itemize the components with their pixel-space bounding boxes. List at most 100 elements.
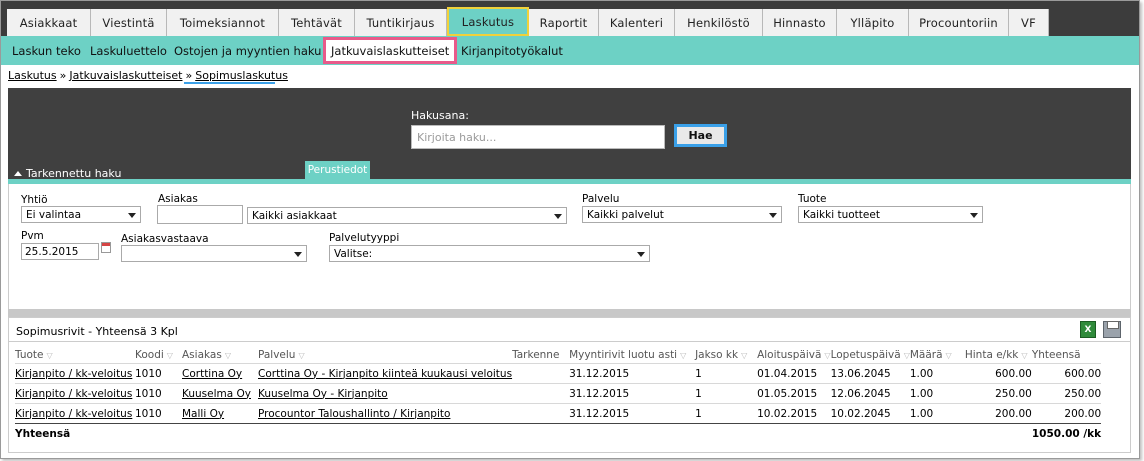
dropdown-arrow-icon: [637, 252, 645, 257]
cell-empty: [909, 423, 965, 443]
cell-palvelu[interactable]: Corttina Oy - Kirjanpito kiinteä kuukaus…: [258, 363, 513, 384]
cell-aloituspaiva: 01.04.2015: [757, 363, 831, 384]
yhtio-value: Ei valintaa: [26, 208, 82, 221]
tab-tuntikirjaus[interactable]: Tuntikirjaus: [355, 9, 447, 36]
tab-yllapito[interactable]: Ylläpito: [837, 9, 909, 36]
cell-maara: 1.00: [909, 383, 965, 404]
col-header-yhteensa[interactable]: Yhteensä: [1032, 347, 1101, 364]
tab-vf[interactable]: VF: [1009, 9, 1049, 36]
subnav-jatkuvaislaskutteiset[interactable]: Jatkuvaislaskutteiset: [323, 37, 458, 64]
cell-empty: [182, 423, 258, 443]
cell-hinta: 600.00: [964, 363, 1032, 384]
palvelutyyppi-select[interactable]: Valitse:: [329, 245, 650, 262]
print-icon[interactable]: [1103, 321, 1121, 338]
cell-myyntirivit: 31.12.2015: [569, 383, 696, 404]
cell-yhteensa: 600.00: [1031, 363, 1102, 384]
asiakas-label: Asiakas: [158, 193, 198, 205]
col-header-tuote[interactable]: Tuote ▽: [15, 347, 135, 364]
tab-perustiedot[interactable]: Perustiedot: [305, 161, 370, 179]
sort-icon: ▽: [1021, 351, 1028, 360]
asiakas-input[interactable]: [157, 205, 243, 224]
tab-raportit[interactable]: Raportit: [529, 9, 599, 36]
cell-hinta: 200.00: [964, 403, 1032, 424]
subnav-ostojen-ja-myyntien-haku[interactable]: Ostojen ja myyntien haku: [174, 36, 321, 65]
dropdown-arrow-icon: [554, 214, 562, 219]
asiakas-select[interactable]: Kaikki asiakkaat: [247, 207, 567, 224]
dropdown-arrow-icon: [294, 252, 302, 257]
cell-empty: [964, 423, 1032, 443]
col-header-palvelu[interactable]: Palvelu ▽: [258, 347, 512, 364]
cell-asiakas[interactable]: Kuuselma Oy: [182, 383, 258, 404]
cell-empty: [757, 423, 831, 443]
col-header-lopetuspaiva[interactable]: Lopetuspäivä ▽: [831, 347, 910, 364]
cell-palvelu[interactable]: Kuuselma Oy - Kirjanpito: [258, 383, 513, 404]
col-header-aloituspaiva[interactable]: Aloituspäivä ▽: [757, 347, 831, 364]
subnav-kirjanpitotyokalut[interactable]: Kirjanpitotyökalut: [461, 36, 563, 65]
tab-hinnasto[interactable]: Hinnasto: [763, 9, 837, 36]
breadcrumb-laskutus[interactable]: Laskutus: [8, 69, 57, 82]
yhtio-select[interactable]: Ei valintaa: [21, 206, 141, 223]
cell-aloituspaiva: 10.02.2015: [757, 403, 831, 424]
cell-maara: 1.00: [909, 363, 965, 384]
col-header-tarkenne[interactable]: Tarkenne: [512, 347, 569, 364]
app-frame: Asiakkaat Viestintä Toimeksiannot Tehtäv…: [0, 0, 1140, 459]
search-button[interactable]: Hae: [674, 124, 727, 147]
section-divider: [8, 309, 1131, 317]
cell-yhteensa: 200.00: [1031, 403, 1102, 424]
cell-koodi: 1010: [135, 383, 182, 404]
total-label: Yhteensä: [15, 423, 135, 443]
tuote-label: Tuote: [798, 193, 827, 205]
breadcrumb-jatkuvaislaskutteiset[interactable]: Jatkuvaislaskutteiset: [69, 69, 182, 82]
asiakasvastaava-select[interactable]: [121, 245, 307, 262]
contract-rows-panel: Sopimusrivit - Yhteensä 3 Kpl X Tuote ▽ K…: [8, 317, 1131, 453]
breadcrumb-highlight: [184, 82, 275, 84]
tab-tehtavat[interactable]: Tehtävät: [279, 9, 355, 36]
cell-asiakas[interactable]: Corttina Oy: [182, 363, 258, 384]
sort-icon: ▽: [46, 351, 53, 360]
cell-tuote[interactable]: Kirjanpito / kk-veloitus: [15, 403, 135, 424]
col-header-asiakas[interactable]: Asiakas ▽: [182, 347, 258, 364]
tab-laskutus[interactable]: Laskutus: [447, 7, 529, 36]
cell-jakso: 1: [695, 403, 758, 424]
cell-myyntirivit: 31.12.2015: [569, 363, 696, 384]
search-input[interactable]: [411, 125, 665, 149]
cell-empty: [258, 423, 513, 443]
col-header-koodi[interactable]: Koodi ▽: [135, 347, 182, 364]
tuote-select[interactable]: Kaikki tuotteet: [798, 206, 983, 223]
cell-myyntirivit: 31.12.2015: [569, 403, 696, 424]
cell-empty: [830, 423, 910, 443]
subnav-laskun-teko[interactable]: Laskun teko: [12, 36, 81, 65]
table-row: Kirjanpito / kk-veloitus 1010 Malli Oy P…: [15, 403, 1102, 424]
calendar-icon[interactable]: [101, 242, 111, 253]
col-header-maara[interactable]: Määrä ▽: [910, 347, 965, 364]
tab-procountoriin[interactable]: Procountoriin: [909, 9, 1009, 36]
sort-icon: ▽: [680, 351, 687, 360]
cell-asiakas[interactable]: Malli Oy: [182, 403, 258, 424]
palvelu-select[interactable]: Kaikki palvelut: [582, 206, 782, 223]
tab-toimeksiannot[interactable]: Toimeksiannot: [167, 9, 279, 36]
col-header-hinta[interactable]: Hinta e/kk ▽: [965, 347, 1032, 364]
cell-hinta: 250.00: [964, 383, 1032, 404]
cell-aloituspaiva: 01.05.2015: [757, 383, 831, 404]
subnav-laskuluettelo[interactable]: Laskuluettelo: [90, 36, 167, 65]
tab-henkilosto[interactable]: Henkilöstö: [675, 9, 763, 36]
pvm-input[interactable]: 25.5.2015: [21, 243, 99, 260]
palvelutyyppi-label: Palvelutyyppi: [329, 232, 400, 244]
sort-icon: ▽: [166, 351, 173, 360]
cell-tuote[interactable]: Kirjanpito / kk-veloitus: [15, 383, 135, 404]
breadcrumb: Laskutus» Jatkuvaislaskutteiset» Sopimusla…: [8, 69, 288, 82]
cell-tuote[interactable]: Kirjanpito / kk-veloitus: [15, 363, 135, 384]
total-value: 1050.00 /kk: [1031, 423, 1102, 443]
cell-lopetuspaiva: 10.02.2045: [830, 403, 910, 424]
excel-export-icon[interactable]: X: [1080, 321, 1096, 338]
asiakasvastaava-label: Asiakasvastaava: [121, 233, 209, 245]
tab-kalenteri[interactable]: Kalenteri: [599, 9, 675, 36]
col-header-myyntirivit[interactable]: Myyntirivit luotu asti ▽: [569, 347, 695, 364]
col-header-jakso[interactable]: Jakso kk ▽: [695, 347, 757, 364]
cell-palvelu[interactable]: Procountor Taloushallinto / Kirjanpito: [258, 403, 513, 424]
tab-asiakkaat[interactable]: Asiakkaat: [7, 9, 91, 36]
breadcrumb-separator: »: [59, 69, 67, 82]
tab-viestinta[interactable]: Viestintä: [91, 9, 167, 36]
table-header-row: Tuote ▽ Koodi ▽ Asiakas ▽ Palvelu ▽ Tarkenne…: [15, 347, 1101, 364]
cell-jakso: 1: [695, 383, 758, 404]
